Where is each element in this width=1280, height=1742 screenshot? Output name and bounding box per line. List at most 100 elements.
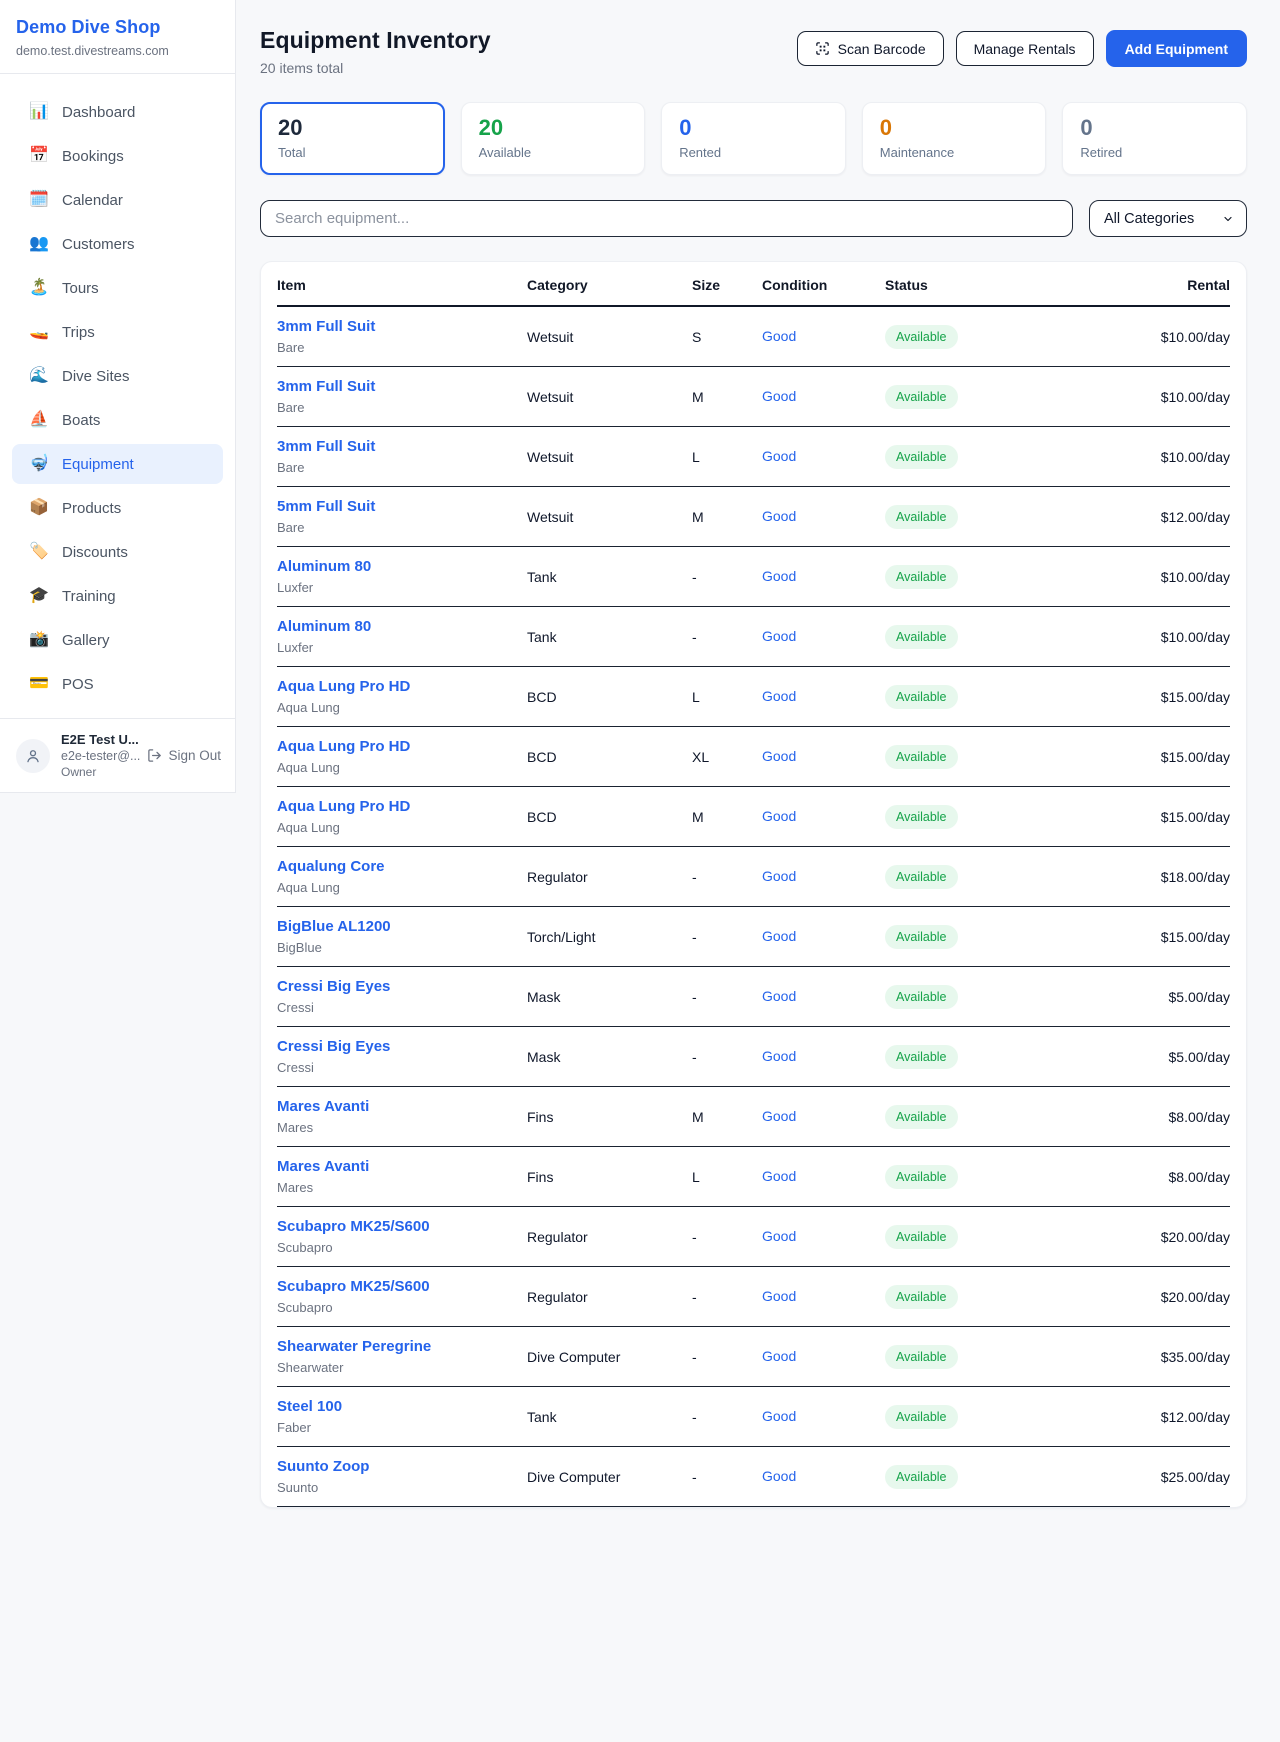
item-category: Wetsuit: [527, 427, 692, 487]
item-rental-price: $10.00/day: [1090, 607, 1230, 667]
manage-rentals-label: Manage Rentals: [974, 41, 1076, 57]
item-name-link[interactable]: Shearwater Peregrine: [277, 1338, 431, 1355]
item-condition-link[interactable]: Good: [762, 1348, 796, 1364]
item-condition-link[interactable]: Good: [762, 328, 796, 344]
app-root: Demo Dive Shop demo.test.divestreams.com…: [0, 0, 1280, 1742]
sidebar-item-label: Discounts: [62, 544, 128, 561]
status-badge: Available: [885, 1045, 958, 1069]
status-badge: Available: [885, 1285, 958, 1309]
item-condition-link[interactable]: Good: [762, 1288, 796, 1304]
category-select-value: All Categories: [1104, 211, 1194, 227]
sidebar-item-dashboard[interactable]: 📊 Dashboard: [12, 92, 223, 132]
sidebar-item-calendar[interactable]: 🗓️ Calendar: [12, 180, 223, 220]
category-select[interactable]: All Categories: [1089, 200, 1247, 237]
item-name-link[interactable]: Cressi Big Eyes: [277, 1038, 390, 1055]
sign-out-label: Sign Out: [168, 748, 221, 763]
item-condition-link[interactable]: Good: [762, 508, 796, 524]
item-name-link[interactable]: Aqualung Core: [277, 858, 385, 875]
table-row: Aqua Lung Pro HD Aqua Lung BCD M Good Av…: [277, 787, 1230, 847]
sidebar-item-tours[interactable]: 🏝️ Tours: [12, 268, 223, 308]
item-condition-link[interactable]: Good: [762, 1408, 796, 1424]
sidebar-item-bookings[interactable]: 📅 Bookings: [12, 136, 223, 176]
item-condition-link[interactable]: Good: [762, 1168, 796, 1184]
barcode-scan-icon: [815, 41, 830, 56]
stat-value: 0: [679, 115, 828, 141]
item-condition-link[interactable]: Good: [762, 1228, 796, 1244]
item-name-link[interactable]: 5mm Full Suit: [277, 498, 375, 515]
item-name-link[interactable]: Aqua Lung Pro HD: [277, 738, 410, 755]
filter-row: All Categories: [260, 200, 1247, 237]
item-condition-link[interactable]: Good: [762, 448, 796, 464]
manage-rentals-button[interactable]: Manage Rentals: [956, 31, 1094, 66]
item-name-link[interactable]: Suunto Zoop: [277, 1458, 369, 1475]
sidebar-item-gallery[interactable]: 📸 Gallery: [12, 620, 223, 660]
item-name-link[interactable]: Steel 100: [277, 1398, 342, 1415]
stat-value: 0: [880, 115, 1029, 141]
sidebar-item-training[interactable]: 🎓 Training: [12, 576, 223, 616]
sidebar-item-pos[interactable]: 💳 POS: [12, 664, 223, 704]
item-name-link[interactable]: 3mm Full Suit: [277, 438, 375, 455]
item-name-link[interactable]: Aluminum 80: [277, 618, 371, 635]
stat-card-retired[interactable]: 0 Retired: [1062, 102, 1247, 175]
stat-value: 20: [278, 115, 427, 141]
sidebar-item-products[interactable]: 📦 Products: [12, 488, 223, 528]
item-size: -: [692, 547, 762, 607]
item-name-link[interactable]: Aluminum 80: [277, 558, 371, 575]
sidebar-item-label: Boats: [62, 412, 100, 429]
stat-card-maintenance[interactable]: 0 Maintenance: [862, 102, 1047, 175]
item-rental-price: $12.00/day: [1090, 1387, 1230, 1447]
item-condition-link[interactable]: Good: [762, 1468, 796, 1484]
stat-card-total[interactable]: 20 Total: [260, 102, 445, 175]
stat-card-available[interactable]: 20 Available: [461, 102, 646, 175]
item-condition-link[interactable]: Good: [762, 988, 796, 1004]
stats-row: 20 Total 20 Available 0 Rented 0 Mainten…: [260, 102, 1247, 175]
item-condition-link[interactable]: Good: [762, 1108, 796, 1124]
page-title-block: Equipment Inventory 20 items total: [260, 27, 491, 76]
sidebar-item-customers[interactable]: 👥 Customers: [12, 224, 223, 264]
table-row: Mares Avanti Mares Fins M Good Available…: [277, 1087, 1230, 1147]
item-condition-link[interactable]: Good: [762, 688, 796, 704]
calendar-icon: 🗓️: [29, 192, 49, 208]
item-brand: Cressi: [277, 1060, 527, 1075]
item-name-link[interactable]: 3mm Full Suit: [277, 318, 375, 335]
item-name-link[interactable]: Mares Avanti: [277, 1098, 369, 1115]
sidebar-item-dive-sites[interactable]: 🌊 Dive Sites: [12, 356, 223, 396]
item-name-link[interactable]: Scubapro MK25/S600: [277, 1278, 430, 1295]
column-header-condition: Condition: [762, 262, 885, 306]
add-equipment-button[interactable]: Add Equipment: [1106, 30, 1247, 67]
item-category: Wetsuit: [527, 367, 692, 427]
sidebar-item-label: Trips: [62, 324, 95, 341]
item-condition-link[interactable]: Good: [762, 808, 796, 824]
item-condition-link[interactable]: Good: [762, 748, 796, 764]
trips-icon: 🚤: [29, 324, 49, 340]
item-name-link[interactable]: 3mm Full Suit: [277, 378, 375, 395]
item-condition-link[interactable]: Good: [762, 628, 796, 644]
sidebar-item-equipment[interactable]: 🤿 Equipment: [12, 444, 223, 484]
equipment-table-card: Item Category Size Condition Status Rent…: [260, 261, 1247, 1508]
item-rental-price: $5.00/day: [1090, 967, 1230, 1027]
item-condition-link[interactable]: Good: [762, 388, 796, 404]
item-name-link[interactable]: Mares Avanti: [277, 1158, 369, 1175]
avatar: [16, 739, 50, 773]
item-condition-link[interactable]: Good: [762, 868, 796, 884]
stat-label: Maintenance: [880, 145, 1029, 160]
item-condition-link[interactable]: Good: [762, 568, 796, 584]
sidebar-item-discounts[interactable]: 🏷️ Discounts: [12, 532, 223, 572]
item-condition-link[interactable]: Good: [762, 1048, 796, 1064]
sign-out-button[interactable]: Sign Out: [147, 748, 221, 763]
item-name-link[interactable]: Scubapro MK25/S600: [277, 1218, 430, 1235]
stat-card-rented[interactable]: 0 Rented: [661, 102, 846, 175]
table-row: 3mm Full Suit Bare Wetsuit L Good Availa…: [277, 427, 1230, 487]
table-row: Aluminum 80 Luxfer Tank - Good Available…: [277, 547, 1230, 607]
sidebar-item-trips[interactable]: 🚤 Trips: [12, 312, 223, 352]
item-name-link[interactable]: Aqua Lung Pro HD: [277, 678, 410, 695]
item-name-link[interactable]: Cressi Big Eyes: [277, 978, 390, 995]
column-header-category: Category: [527, 262, 692, 306]
item-size: M: [692, 367, 762, 427]
item-name-link[interactable]: BigBlue AL1200: [277, 918, 391, 935]
sidebar-item-boats[interactable]: ⛵ Boats: [12, 400, 223, 440]
scan-barcode-button[interactable]: Scan Barcode: [797, 31, 944, 66]
search-input[interactable]: [260, 200, 1073, 237]
item-name-link[interactable]: Aqua Lung Pro HD: [277, 798, 410, 815]
item-condition-link[interactable]: Good: [762, 928, 796, 944]
